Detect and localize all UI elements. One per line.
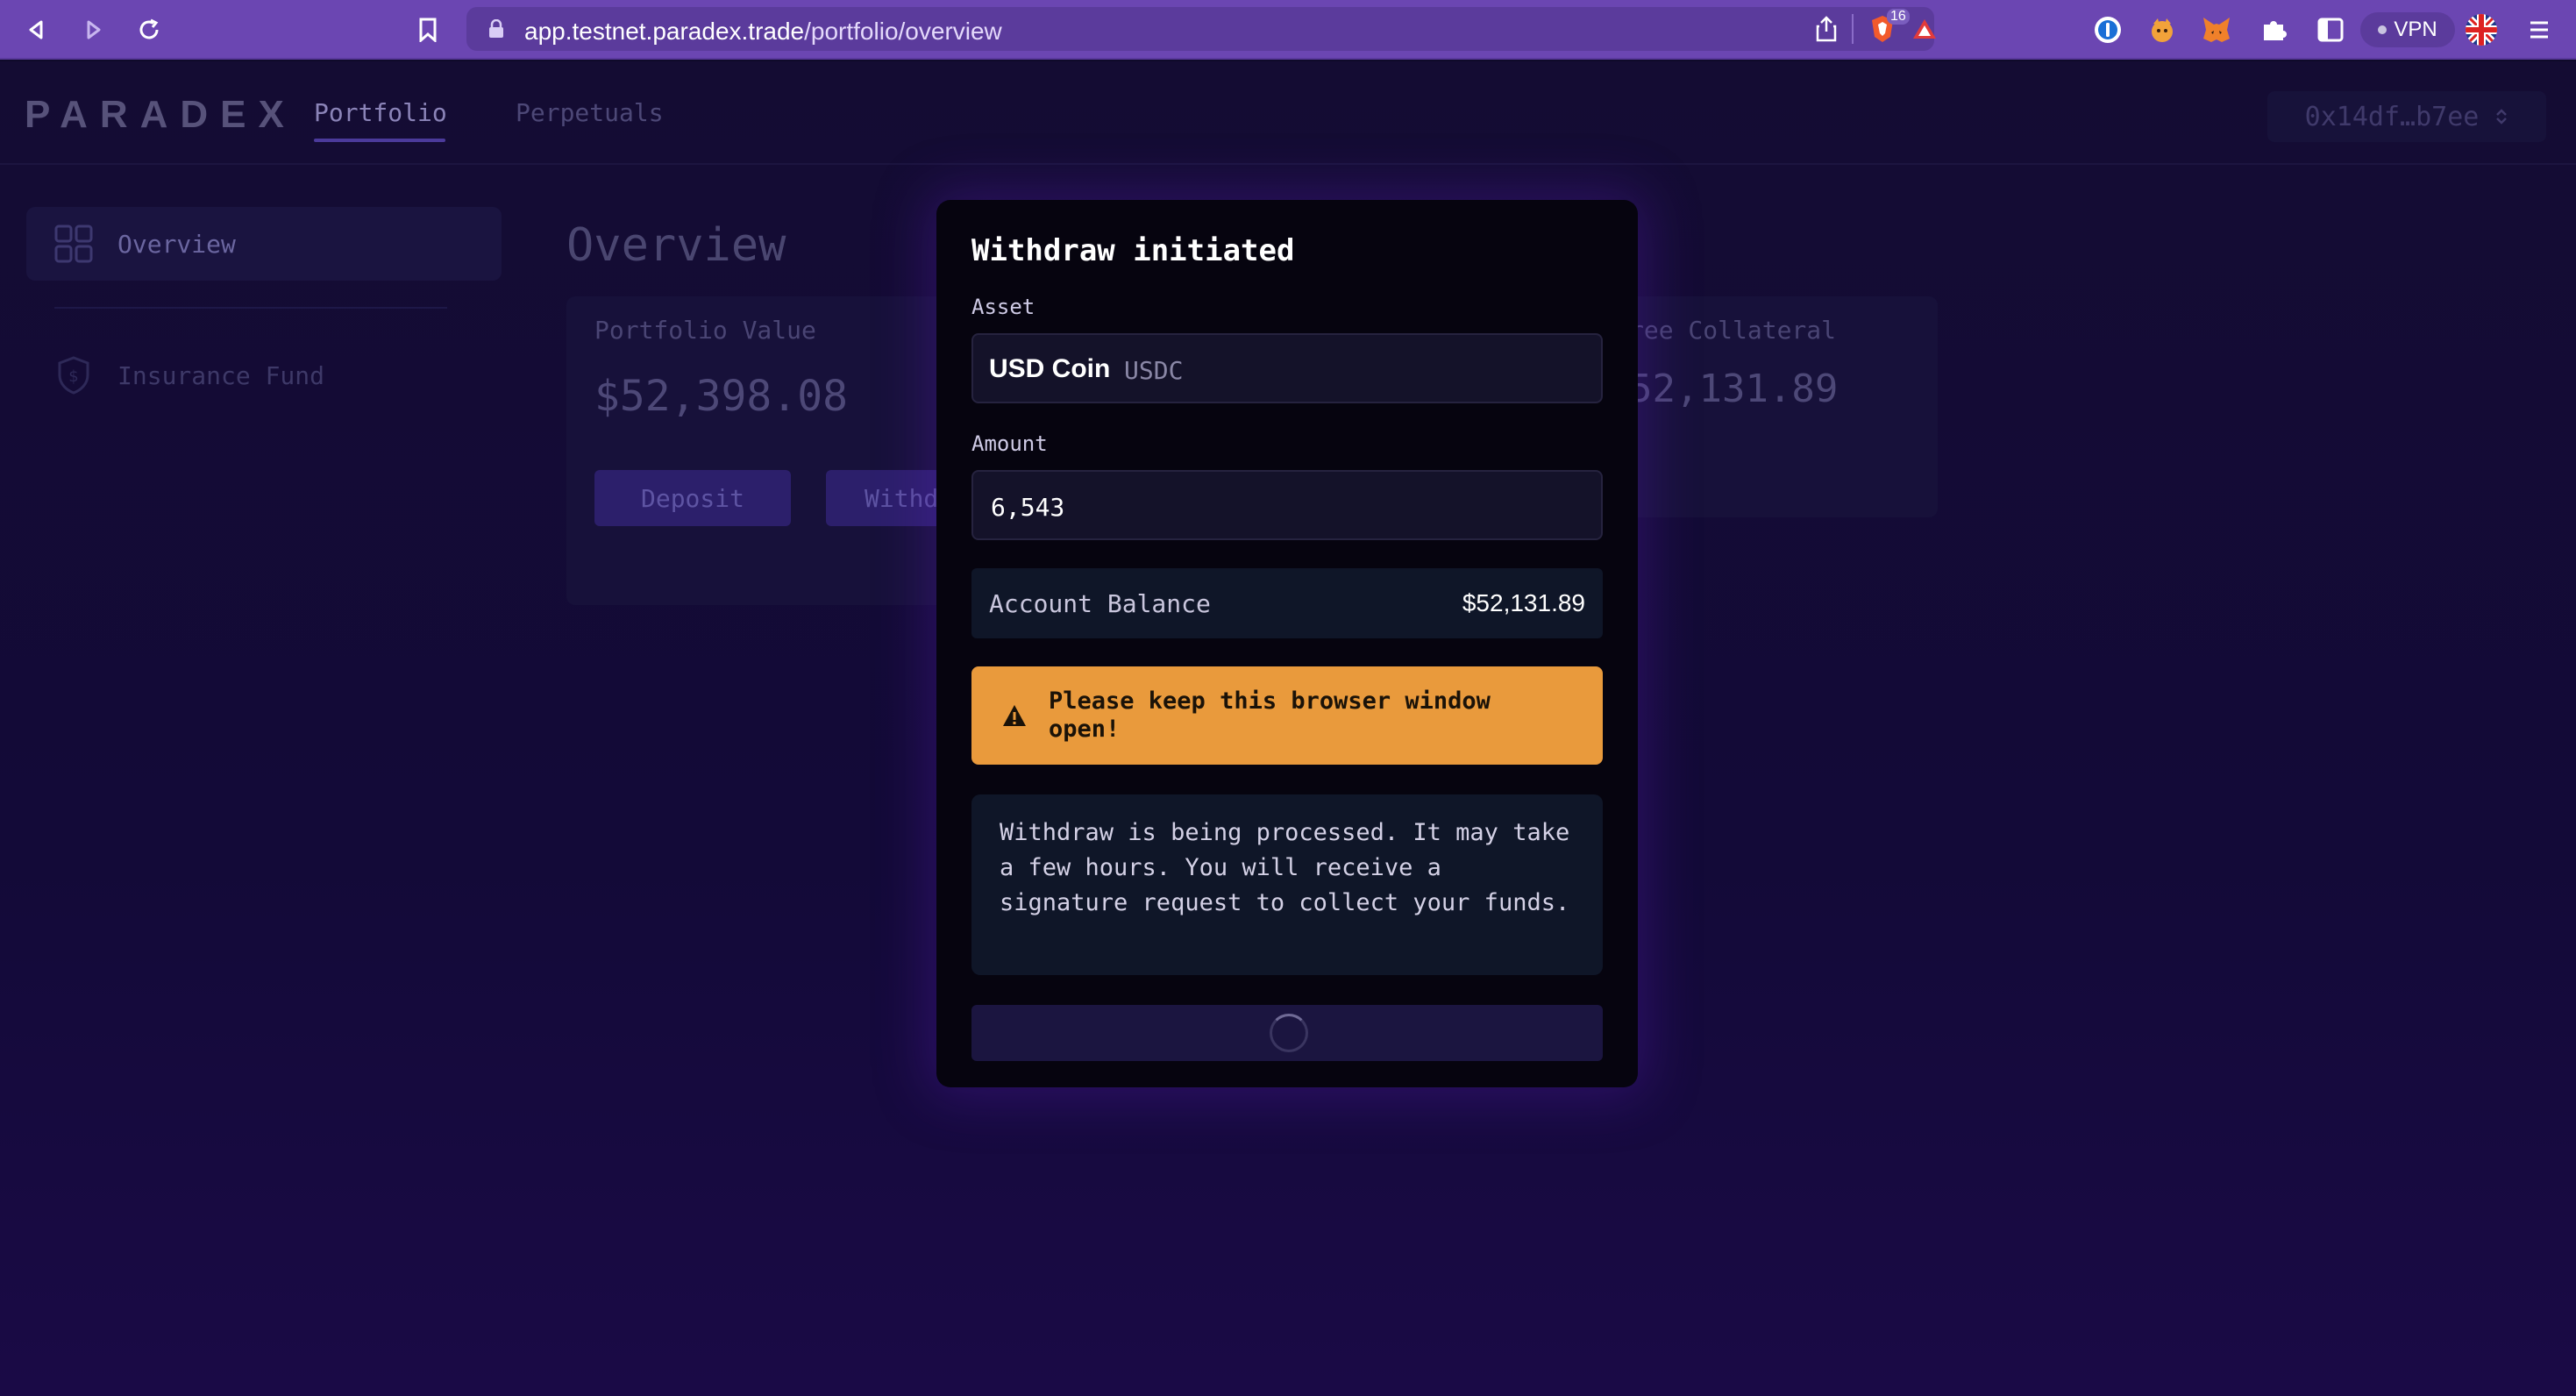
free-collateral-value: 52,131.89 [1629,367,1839,411]
svg-text:$: $ [68,367,78,386]
page-title: Overview [566,219,786,272]
account-balance-label: Account Balance [989,589,1211,618]
account-balance-row: Account Balance $52,131.89 [971,568,1603,638]
sidebar-item-label: Overview [117,229,236,259]
portfolio-value-label: Portfolio Value [594,316,816,345]
vpn-label: VPN [2394,18,2437,41]
url-path: /portfolio/overview [804,18,1002,45]
wallet-address-button[interactable]: 0x14df…b7ee [2267,91,2546,142]
free-collateral-card: ree Collateral 52,131.89 [1613,296,1938,517]
tab-portfolio[interactable]: Portfolio [314,98,447,127]
withdraw-modal: Withdraw initiated Asset USD Coin USDC A… [936,200,1638,1087]
share-icon[interactable] [1815,16,1838,42]
paradex-logo: PARADEX [25,93,296,136]
warning-banner: Please keep this browser window open! [971,666,1603,765]
app-header: PARADEX Portfolio Perpetuals 0x14df…b7ee [0,61,2576,165]
active-tab-indicator [314,139,445,142]
bookmark-icon[interactable] [410,12,445,47]
portfolio-value: $52,398.08 [594,372,848,421]
sidebar-item-label: Insurance Fund [117,360,325,390]
warning-icon [1003,705,1026,726]
forward-icon[interactable] [75,12,110,47]
amount-value: 6,543 [991,493,1065,522]
sidebar-item-overview[interactable]: Overview [26,207,502,281]
amount-label: Amount [971,431,1048,456]
vpn-status-dot [2378,25,2387,34]
sidebar-item-insurance-fund[interactable]: $ Insurance Fund [26,338,502,412]
loading-button[interactable] [971,1005,1603,1061]
asset-field: USD Coin USDC [971,333,1603,403]
url-text: app.testnet.paradex.trade/portfolio/over… [524,18,1002,46]
url-host: app.testnet.paradex.trade [524,18,805,45]
brave-badge: 16 [1887,9,1910,25]
brave-rewards-icon[interactable] [1911,18,1938,40]
deposit-button[interactable]: Deposit [594,470,791,526]
password-manager-icon[interactable] [2090,12,2125,47]
metamask-icon[interactable] [2199,12,2234,47]
browser-menu-icon[interactable] [2522,12,2557,47]
vpn-button[interactable]: VPN [2360,12,2455,47]
tab-perpetuals[interactable]: Perpetuals [516,98,664,127]
modal-title: Withdraw initiated [971,233,1295,268]
wallet-address: 0x14df…b7ee [2304,101,2480,132]
extensions-puzzle-icon[interactable] [2257,12,2292,47]
amount-field: 6,543 [971,470,1603,540]
loading-spinner-icon [1270,1014,1308,1052]
warning-text: Please keep this browser window open! [1049,687,1491,743]
grid-icon [54,224,93,263]
info-text: Withdraw is being processed. It may take… [1000,819,1570,916]
free-collateral-label: ree Collateral [1629,316,1837,345]
info-box: Withdraw is being processed. It may take… [971,794,1603,975]
sidebar-toggle-icon[interactable] [2313,12,2348,47]
extension-fox-icon[interactable] [2145,12,2180,47]
url-divider [1852,14,1854,44]
account-balance-value: $52,131.89 [1462,589,1585,616]
browser-toolbar: app.testnet.paradex.trade/portfolio/over… [0,0,2576,60]
shield-dollar-icon: $ [58,356,89,395]
profile-avatar-icon[interactable] [2464,12,2499,47]
address-bar[interactable]: app.testnet.paradex.trade/portfolio/over… [466,7,1936,51]
asset-label: Asset [971,295,1035,319]
asset-name: USD Coin [989,354,1111,383]
lock-icon [489,19,503,38]
reload-icon[interactable] [132,12,167,47]
chevron-updown-icon [2496,109,2508,125]
sidebar-divider [54,307,447,309]
asset-ticker: USDC [1124,356,1184,385]
back-icon[interactable] [19,12,54,47]
